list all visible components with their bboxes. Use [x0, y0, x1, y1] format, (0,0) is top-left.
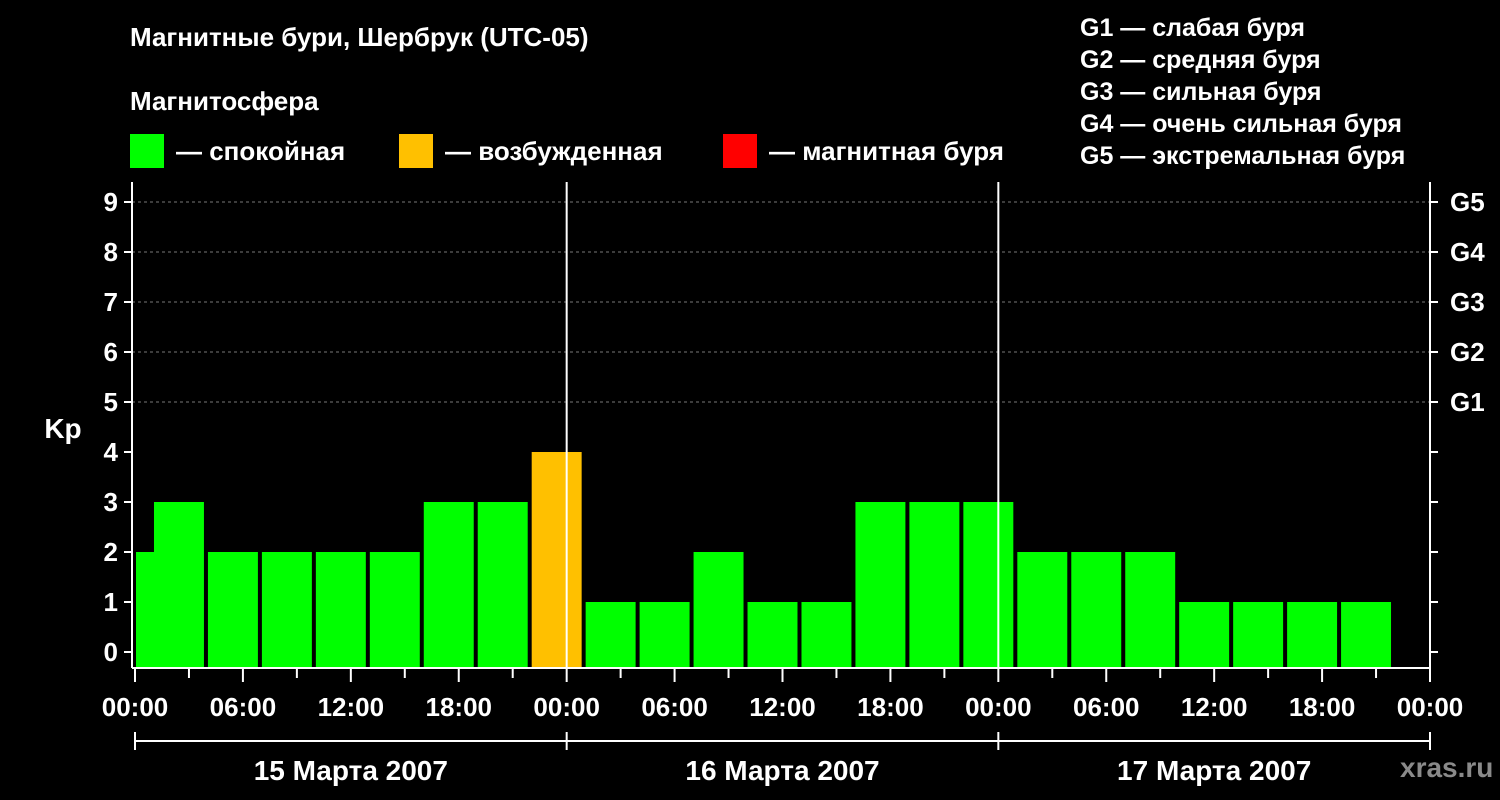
kp-bar	[1233, 602, 1284, 668]
x-tick-label: 12:00	[749, 692, 816, 722]
x-tick-label: 12:00	[1181, 692, 1248, 722]
x-tick-label: 18:00	[857, 692, 924, 722]
g-level-label: G2	[1450, 337, 1485, 367]
x-tick-label: 06:00	[641, 692, 708, 722]
y-tick-label: 4	[104, 437, 119, 467]
watermark: xras.ru	[1400, 752, 1494, 783]
x-tick-label: 00:00	[1397, 692, 1464, 722]
kp-bar	[801, 602, 852, 668]
x-tick-label: 00:00	[533, 692, 600, 722]
kp-bar	[1017, 552, 1068, 668]
y-tick-label: 9	[104, 187, 118, 217]
x-tick-label: 06:00	[210, 692, 277, 722]
y-tick-label: 1	[104, 587, 118, 617]
kp-bar	[963, 502, 1014, 668]
day-label: 16 Марта 2007	[685, 755, 879, 786]
x-tick-label: 00:00	[102, 692, 169, 722]
kp-bar	[369, 552, 420, 668]
g-level-label: G3	[1450, 287, 1485, 317]
kp-bar	[693, 552, 744, 668]
kp-bar	[153, 502, 204, 668]
kp-bar	[1125, 552, 1176, 668]
kp-bar	[261, 552, 312, 668]
kp-bar	[747, 602, 798, 668]
x-tick-label: 18:00	[1289, 692, 1356, 722]
day-label: 15 Марта 2007	[254, 755, 448, 786]
x-tick-label: 18:00	[426, 692, 493, 722]
x-tick-label: 06:00	[1073, 692, 1140, 722]
kp-bar	[207, 552, 258, 668]
x-tick-label: 00:00	[965, 692, 1032, 722]
y-tick-label: 2	[104, 537, 118, 567]
kp-bar	[1287, 602, 1338, 668]
kp-bar	[1071, 552, 1122, 668]
kp-bar	[585, 602, 636, 668]
g-level-label: G5	[1450, 187, 1485, 217]
kp-bar	[639, 602, 690, 668]
y-tick-label: 8	[104, 237, 118, 267]
kp-bar	[1341, 602, 1392, 668]
kp-bar	[909, 502, 960, 668]
kp-bar	[1179, 602, 1230, 668]
kp-chart: 0 1 2 3 4 5 6 7 8 9 G1 G2 G3 G4 G5 Kp 00:00 06:00 12:00 18:…	[44, 182, 1485, 786]
y-tick-label: 0	[104, 637, 118, 667]
kp-bar	[477, 502, 528, 668]
y-tick-label: 6	[104, 337, 118, 367]
kp-bar	[531, 452, 582, 668]
g-level-label: G4	[1450, 237, 1485, 267]
kp-bar	[423, 502, 474, 668]
kp-bar	[315, 552, 366, 668]
y-axis-title: Kp	[44, 413, 81, 444]
y-tick-label: 7	[104, 287, 118, 317]
kp-bar	[855, 502, 906, 668]
y-tick-label: 5	[104, 387, 118, 417]
x-tick-label: 12:00	[318, 692, 385, 722]
g-level-label: G1	[1450, 387, 1485, 417]
y-tick-label: 3	[104, 487, 118, 517]
day-label: 17 Марта 2007	[1117, 755, 1311, 786]
